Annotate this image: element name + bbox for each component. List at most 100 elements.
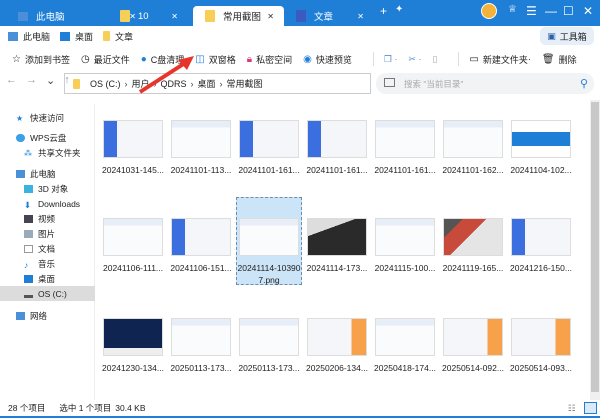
add-bookmark-button[interactable]: ☆ 添加到书签 xyxy=(12,53,70,66)
file-name: 20241101-162... xyxy=(442,165,504,175)
sparkle-icon[interactable]: ✦ xyxy=(395,4,403,15)
file-name: 20241114-173... xyxy=(306,263,368,273)
file-item[interactable]: 20241230-134... xyxy=(100,318,166,374)
close-tab-icon[interactable]: ✕ xyxy=(267,12,274,21)
bookmark-articles[interactable]: 文章 xyxy=(103,30,133,43)
close-tab-icon[interactable]: ✕ xyxy=(171,12,178,21)
share-icon: ⁂ xyxy=(24,148,32,158)
breadcrumb[interactable]: 常用截图 xyxy=(227,77,263,90)
details-view-icon[interactable]: ☷ xyxy=(568,403,576,414)
toolbar: ☆ 添加到书签 ◷ 最近文件 ● C盘清理 ◫ 双窗格 🔒︎ 私密空间 ◉ 快速预览 ❐ ·… xyxy=(0,48,600,70)
c-clean-button[interactable]: ● C盘清理 xyxy=(141,53,185,66)
view-mode-icon[interactable] xyxy=(384,78,395,87)
cut-icon[interactable]: ✂ · xyxy=(408,54,421,65)
sidebar-item-os-c[interactable]: OS (C:) xyxy=(0,286,95,301)
file-item[interactable]: 20241101-162... xyxy=(440,120,506,176)
breadcrumb[interactable]: QDRS xyxy=(161,79,187,89)
file-item[interactable]: 20241104-102... xyxy=(508,120,574,176)
new-folder-button[interactable]: ▭ 新建文件夹 · xyxy=(469,53,530,66)
dual-pane-button[interactable]: ◫ 双窗格 xyxy=(195,53,235,66)
avatar[interactable] xyxy=(481,3,497,19)
bookmark-this-pc[interactable]: 此电脑 xyxy=(8,30,50,43)
file-item[interactable]: 20241106-151... xyxy=(168,218,234,274)
sidebar-item-network[interactable]: 网络 xyxy=(0,308,95,323)
breadcrumb[interactable]: 用户 xyxy=(132,77,150,90)
skin-icon[interactable]: ♕ xyxy=(508,4,517,15)
label: 共享文件夹 xyxy=(38,147,81,158)
sidebar-item-pictures[interactable]: 图片 xyxy=(0,226,95,241)
nav-buttons: ← → ⌄ ↑ xyxy=(6,74,70,87)
sidebar-item-videos[interactable]: 视频 xyxy=(0,211,95,226)
file-item[interactable]: 20250206-134... xyxy=(304,318,370,374)
file-item[interactable]: 20241101-113... xyxy=(168,120,234,176)
thumbnail-view-icon[interactable] xyxy=(584,402,597,414)
close-tab-icon[interactable]: ✕ xyxy=(357,12,364,21)
close-icon[interactable]: ✕ xyxy=(583,4,593,18)
label: 图片 xyxy=(38,228,56,239)
new-tab-icon[interactable]: + xyxy=(380,4,387,18)
file-thumbnail xyxy=(511,120,571,158)
file-item[interactable]: 20241114-103907.png xyxy=(236,197,302,285)
new-folder-icon: ▭ xyxy=(469,53,479,65)
sidebar-item-3d[interactable]: 3D 对象 xyxy=(0,181,95,196)
sidebar-item-this-pc[interactable]: 此电脑 xyxy=(0,166,95,181)
recent-files-button[interactable]: ◷ 最近文件 xyxy=(81,53,130,66)
back-icon[interactable]: ← xyxy=(6,74,17,87)
maximize-icon[interactable]: ☐ xyxy=(563,4,574,18)
document-icon xyxy=(24,244,33,253)
toolbox-label: 工具箱 xyxy=(559,31,587,42)
file-item[interactable]: 20241216-150... xyxy=(508,218,574,274)
file-item[interactable]: 20241031-145... xyxy=(100,120,166,176)
minimize-icon[interactable]: — xyxy=(545,4,557,18)
file-item[interactable]: 20241115-100... xyxy=(372,218,438,274)
file-item[interactable]: 20241101-161... xyxy=(236,120,302,176)
file-thumbnail xyxy=(103,318,163,356)
breadcrumb[interactable]: 桌面 xyxy=(198,77,216,90)
sidebar-item-quick-access[interactable]: ★ 快速访问 xyxy=(0,110,95,125)
breadcrumb[interactable]: OS (C:) xyxy=(90,79,121,89)
file-item[interactable]: 20241101-161... xyxy=(304,120,370,176)
menu-icon[interactable]: ☰ xyxy=(526,4,537,18)
file-item[interactable]: 20241106-111... xyxy=(100,218,166,274)
sidebar-item-documents[interactable]: 文档 xyxy=(0,241,95,256)
chevron-down-icon[interactable]: ⌄ xyxy=(46,74,55,87)
sidebar-item-music[interactable]: ♪ 音乐 xyxy=(0,256,95,271)
file-item[interactable]: 20241119-165... xyxy=(440,218,506,274)
address-bar[interactable]: OS (C:) › 用户 › QDRS › 桌面 › 常用截图 xyxy=(64,73,371,94)
tab-articles[interactable]: 文章 ✕ xyxy=(284,6,374,26)
quick-preview-button[interactable]: ◉ 快速预览 xyxy=(303,53,352,66)
search-icon[interactable]: ⚲ xyxy=(580,77,588,90)
file-item[interactable]: 20250514-092... xyxy=(440,318,506,374)
copy-icon[interactable]: ❐ · xyxy=(384,54,398,65)
file-item[interactable]: 20250113-173... xyxy=(168,318,234,374)
scrollbar[interactable] xyxy=(590,100,600,400)
clock-icon: ◷ xyxy=(80,53,90,65)
tab-10[interactable]: 10 ✕ xyxy=(108,6,188,26)
sidebar-item-downloads[interactable]: ⬇ Downloads xyxy=(0,196,95,211)
file-item[interactable]: 20250514-093... xyxy=(508,318,574,374)
file-item[interactable]: 20250113-173... xyxy=(236,318,302,374)
file-name: 20241216-150... xyxy=(510,263,572,273)
file-item[interactable]: 20250418-174... xyxy=(372,318,438,374)
tab-screenshots[interactable]: 常用截图 ✕ xyxy=(193,6,284,26)
cloud-icon xyxy=(16,133,25,142)
forward-icon[interactable]: → xyxy=(26,74,37,87)
file-thumbnail xyxy=(103,120,163,158)
file-item[interactable]: 20241101-161... xyxy=(372,120,438,176)
delete-button[interactable]: 🗑︎ 删除 xyxy=(542,53,577,66)
sidebar-item-wps[interactable]: WPS云盘 xyxy=(0,130,95,145)
desktop-icon xyxy=(60,31,71,41)
label: 快速访问 xyxy=(30,112,65,123)
search-input[interactable]: 搜索 "当前目录" ⚲ xyxy=(376,73,594,94)
paste-icon[interactable]: ▯ xyxy=(432,54,437,65)
pc-icon xyxy=(18,11,28,21)
sidebar-item-shared[interactable]: ⁂ 共享文件夹 xyxy=(0,145,95,160)
private-space-button[interactable]: 🔒︎ 私密空间 xyxy=(247,53,292,66)
tab-label: 此电脑 xyxy=(36,12,65,23)
toolbox-button[interactable]: ▣ 工具箱 xyxy=(540,27,594,45)
scrollbar-thumb[interactable] xyxy=(591,102,599,392)
file-name: 20250514-093... xyxy=(510,363,572,373)
bookmark-desktop[interactable]: 桌面 xyxy=(60,30,93,43)
file-item[interactable]: 20241114-173... xyxy=(304,218,370,274)
sidebar-item-desktop[interactable]: 桌面 xyxy=(0,271,95,286)
